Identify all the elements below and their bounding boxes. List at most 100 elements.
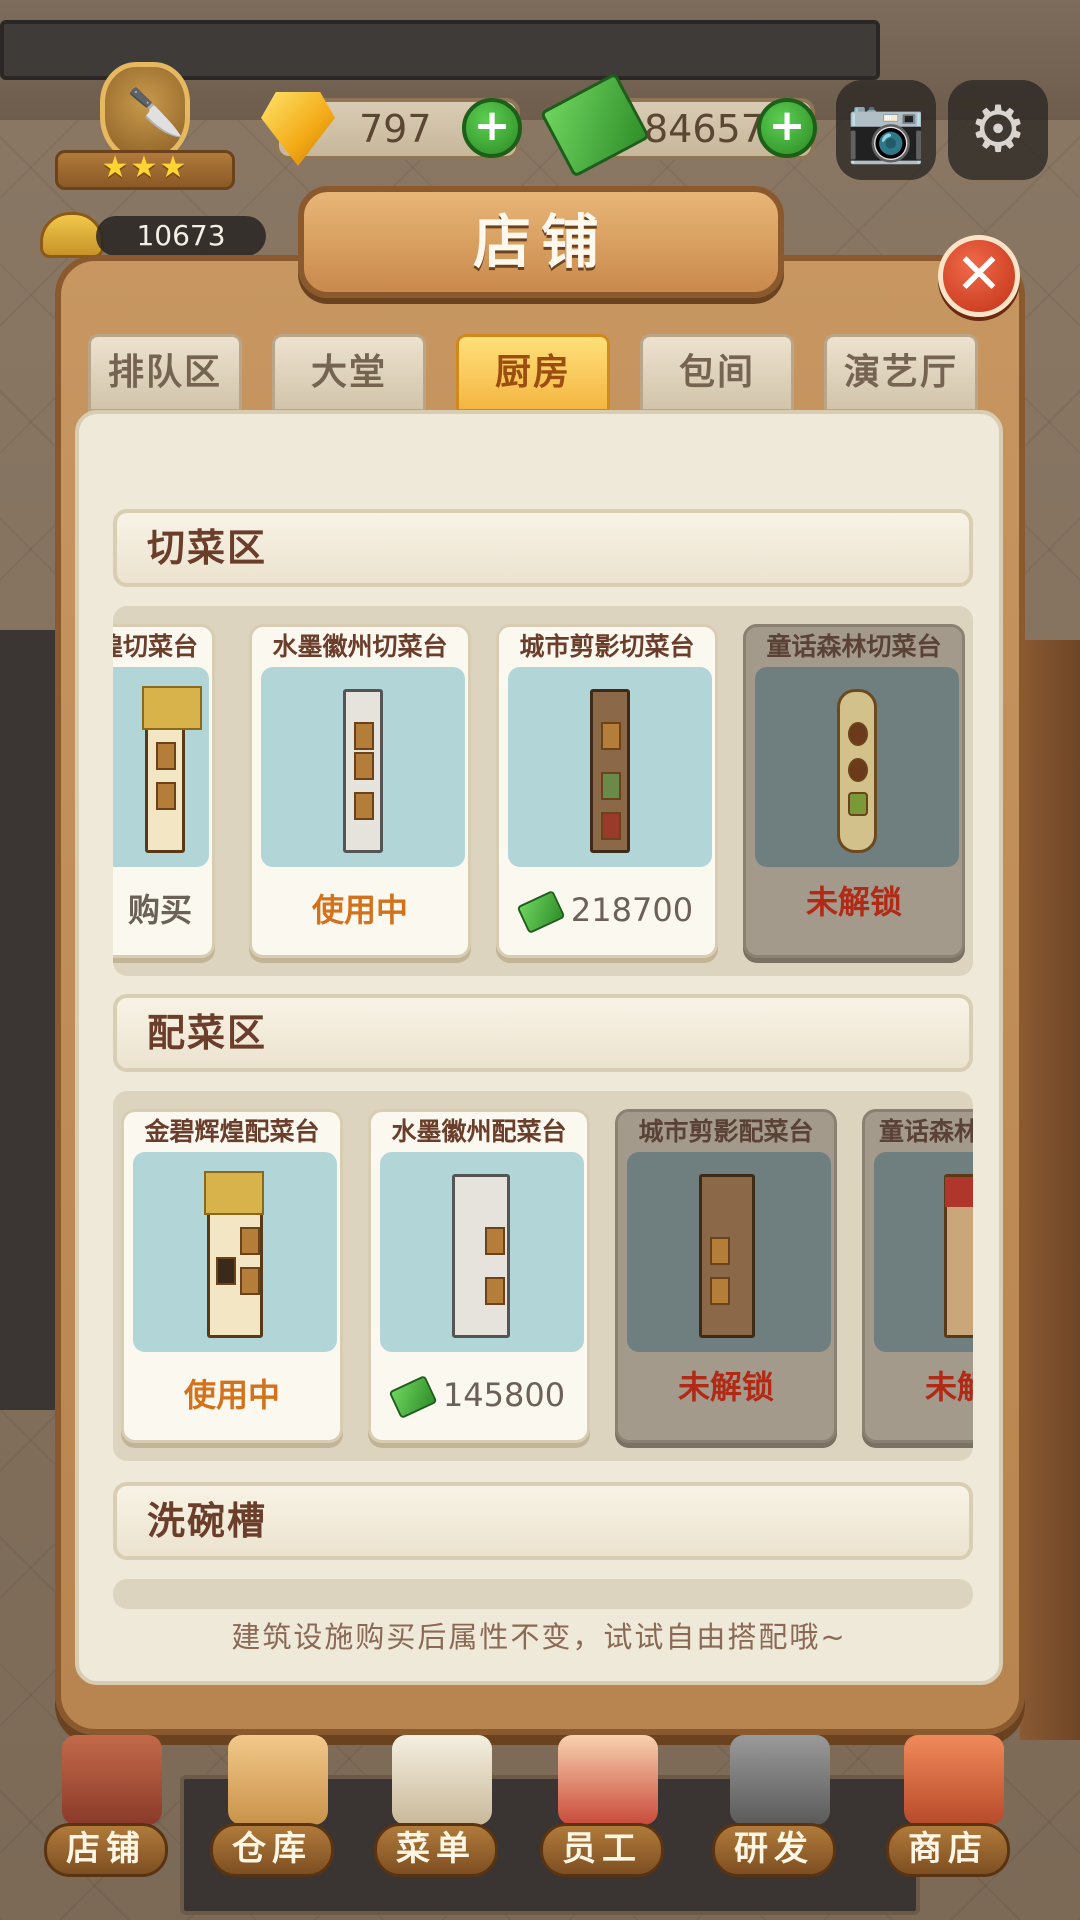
camera-icon: 📷 xyxy=(846,93,926,167)
item-card-locked[interactable]: 童话森林切菜台 未解锁 xyxy=(743,624,965,958)
item-name: 金碧辉煌配菜台 xyxy=(144,1117,320,1146)
item-card[interactable]: 水墨徽州配菜台 145800 xyxy=(368,1109,590,1443)
counter-model-icon xyxy=(204,1171,264,1338)
cash-counter: 84657 + xyxy=(539,72,817,178)
item-status: 使用中 xyxy=(183,1376,280,1414)
right-wooden-wall xyxy=(1020,640,1080,1740)
counter-model-icon xyxy=(699,1174,755,1338)
item-card[interactable]: 煌切菜台 购买 xyxy=(113,624,215,958)
tab-lobby[interactable]: 大堂 xyxy=(272,334,426,412)
gem-icon xyxy=(261,92,335,166)
tab-kitchen[interactable]: 厨房 xyxy=(456,334,610,412)
item-preview xyxy=(508,667,712,867)
nav-shop[interactable]: 店铺 xyxy=(44,1735,174,1877)
item-status: 未解锁 xyxy=(677,1368,774,1406)
popularity-counter: 10673 xyxy=(40,212,266,258)
shop-building-icon xyxy=(62,1735,162,1825)
research-wok-icon xyxy=(730,1735,830,1825)
item-card[interactable]: 水墨徽州切菜台 使用中 xyxy=(249,624,471,958)
nav-label: 店铺 xyxy=(44,1823,168,1877)
dialog-title-plate: 店铺 xyxy=(298,186,784,298)
item-name: 城市剪影切菜台 xyxy=(519,632,695,661)
add-gems-button[interactable]: + xyxy=(462,98,522,158)
item-card[interactable]: 城市剪影切菜台 218700 xyxy=(496,624,718,958)
nav-menu[interactable]: 菜单 xyxy=(374,1735,504,1877)
gem-counter: 797 + xyxy=(261,92,522,166)
item-preview xyxy=(874,1152,973,1352)
popularity-value: 10673 xyxy=(96,216,266,256)
warehouse-boxes-icon xyxy=(228,1735,328,1825)
item-name: 城市剪影配菜台 xyxy=(638,1117,814,1146)
cash-value: 84657 xyxy=(644,107,765,151)
item-preview xyxy=(261,667,465,867)
nav-label: 仓库 xyxy=(210,1823,334,1877)
golden-pot-icon xyxy=(40,212,104,258)
category-tabs: 排队区 大堂 厨房 包间 演艺厅 xyxy=(88,334,988,414)
section-title: 洗碗槽 xyxy=(147,1499,268,1543)
prep-station-row[interactable]: 金碧辉煌配菜台 使用中 水墨徽州配菜台 145800 城市剪影配菜台 未解锁 童… xyxy=(113,1091,973,1461)
dishwash-row[interactable] xyxy=(113,1579,973,1609)
footer-hint: 建筑设施购买后属性不变，试试自由搭配哦~ xyxy=(231,1620,847,1654)
cutting-station-row[interactable]: 煌切菜台 购买 水墨徽州切菜台 使用中 城市剪影切菜台 218700 童话森林切… xyxy=(113,606,973,976)
tab-queue-area[interactable]: 排队区 xyxy=(88,334,242,412)
tab-performance-hall[interactable]: 演艺厅 xyxy=(824,334,978,412)
item-price[interactable]: 145800 xyxy=(371,1370,587,1420)
cash-icon xyxy=(539,72,651,178)
item-preview xyxy=(113,667,209,867)
nav-store[interactable]: 商店 xyxy=(886,1735,1016,1877)
rank-shield: 🔪 xyxy=(100,62,190,162)
cash-icon xyxy=(388,1374,438,1420)
store-front-icon xyxy=(904,1735,1004,1825)
nav-research[interactable]: 研发 xyxy=(712,1735,842,1877)
item-name: 水墨徽州切菜台 xyxy=(272,632,448,661)
item-name: 童话森林 xyxy=(879,1117,973,1146)
item-status: 购买 xyxy=(127,891,192,929)
price-value: 218700 xyxy=(570,891,694,929)
gem-value: 797 xyxy=(359,107,432,151)
nav-label: 研发 xyxy=(712,1823,836,1877)
counter-model-icon xyxy=(837,689,877,853)
item-preview xyxy=(133,1152,337,1352)
item-name: 童话森林切菜台 xyxy=(766,632,942,661)
dialog-title: 店铺 xyxy=(472,208,609,276)
settings-button[interactable]: ⚙ xyxy=(948,80,1048,180)
item-price[interactable]: 218700 xyxy=(499,885,715,935)
close-icon: ✕ xyxy=(955,242,1003,307)
close-button[interactable]: ✕ xyxy=(938,235,1020,317)
counter-model-icon xyxy=(944,1174,973,1338)
left-wall-block xyxy=(0,630,60,1410)
nav-label: 员工 xyxy=(540,1823,664,1877)
counter-model-icon xyxy=(142,686,202,853)
section-title: 切菜区 xyxy=(147,526,268,570)
item-name: 煌切菜台 xyxy=(113,632,198,661)
item-card-locked[interactable]: 城市剪影配菜台 未解锁 xyxy=(615,1109,837,1443)
section-header-prep: 配菜区 xyxy=(113,994,973,1072)
restaurant-rank-badge[interactable]: 🔪 ★★★ xyxy=(55,62,235,212)
tab-private-room[interactable]: 包间 xyxy=(640,334,794,412)
price-value: 145800 xyxy=(442,1376,566,1414)
item-status: 未解 xyxy=(925,1368,973,1406)
section-title: 配菜区 xyxy=(147,1011,268,1055)
gear-icon: ⚙ xyxy=(969,93,1027,167)
nav-staff[interactable]: 员工 xyxy=(540,1735,670,1877)
item-card-locked[interactable]: 童话森林 未解 xyxy=(862,1109,973,1443)
item-status: 使用中 xyxy=(311,891,408,929)
item-preview xyxy=(627,1152,831,1352)
counter-model-icon xyxy=(452,1174,510,1338)
counter-model-icon xyxy=(590,689,630,853)
section-header-cutting: 切菜区 xyxy=(113,509,973,587)
bottom-navigation: 店铺 仓库 菜单 员工 研发 商店 xyxy=(0,1735,1080,1920)
kitchen-items-panel[interactable]: 切菜区 煌切菜台 购买 水墨徽州切菜台 使用中 城市剪影切菜台 218700 xyxy=(75,410,1003,1685)
add-cash-button[interactable]: + xyxy=(757,98,817,158)
item-status: 未解锁 xyxy=(805,883,902,921)
camera-button[interactable]: 📷 xyxy=(836,80,936,180)
section-header-dishwash: 洗碗槽 xyxy=(113,1482,973,1560)
item-card[interactable]: 金碧辉煌配菜台 使用中 xyxy=(121,1109,343,1443)
menu-clipboard-icon xyxy=(392,1735,492,1825)
knife-board-icon: 🔪 xyxy=(127,85,185,139)
nav-warehouse[interactable]: 仓库 xyxy=(210,1735,340,1877)
nav-label: 菜单 xyxy=(374,1823,498,1877)
item-preview xyxy=(755,667,959,867)
item-preview xyxy=(380,1152,584,1352)
nav-label: 商店 xyxy=(886,1823,1010,1877)
